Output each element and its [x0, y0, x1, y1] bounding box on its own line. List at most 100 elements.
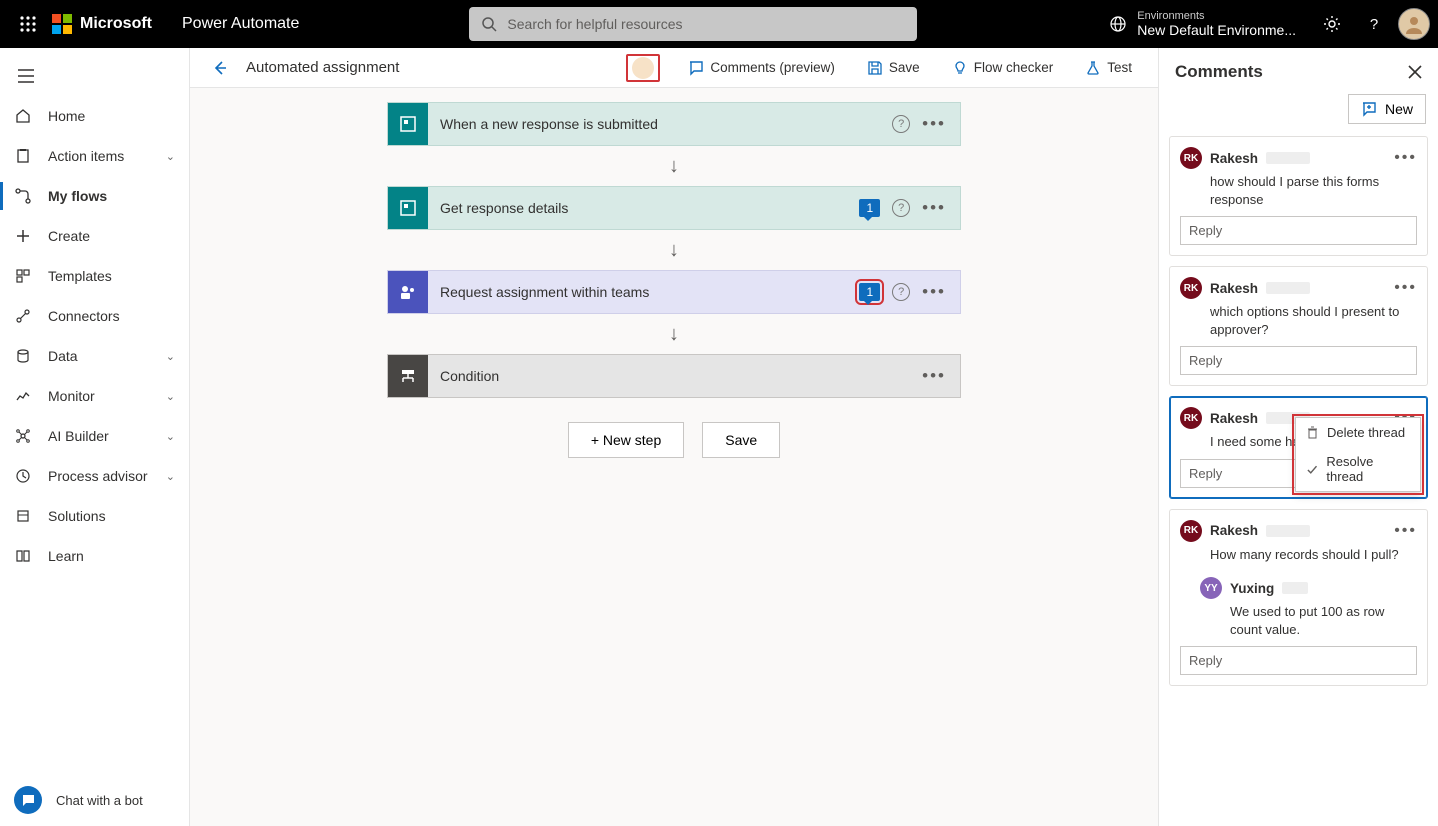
- comment-thread[interactable]: RK Rakesh ••• How many records should I …: [1169, 509, 1428, 687]
- help-icon[interactable]: ?: [892, 115, 910, 133]
- delete-thread-item[interactable]: Delete thread: [1296, 418, 1420, 447]
- comment-thread[interactable]: RK Rakesh ••• how should I parse this fo…: [1169, 136, 1428, 256]
- sidebar-item-data[interactable]: Data ⌄: [0, 336, 189, 376]
- env-label: Environments: [1137, 10, 1296, 22]
- avatar-icon: [632, 57, 654, 79]
- redacted-text: [1266, 152, 1310, 164]
- sidebar-item-label: Connectors: [48, 308, 120, 324]
- svg-text:?: ?: [1370, 16, 1378, 33]
- account-avatar[interactable]: [1398, 8, 1430, 40]
- resolve-thread-item[interactable]: Resolve thread: [1296, 447, 1420, 491]
- sidebar-item-learn[interactable]: Learn: [0, 536, 189, 576]
- reply-input[interactable]: [1180, 646, 1417, 675]
- reply-input[interactable]: [1180, 346, 1417, 375]
- comment-badge[interactable]: 1: [859, 199, 880, 217]
- canvas-save-button[interactable]: Save: [702, 422, 780, 458]
- help-icon[interactable]: ?: [892, 199, 910, 217]
- help-icon: ?: [1365, 15, 1383, 33]
- flow-step[interactable]: Request assignment within teams 1 ? •••: [387, 270, 961, 314]
- sidebar-item-my-flows[interactable]: My flows: [0, 176, 189, 216]
- clipboard-icon: [14, 147, 32, 165]
- help-button[interactable]: ?: [1356, 0, 1392, 48]
- comment-thread[interactable]: RK Rakesh ••• which options should I pre…: [1169, 266, 1428, 386]
- comment-body: which options should I present to approv…: [1180, 299, 1417, 346]
- panel-title: Comments: [1175, 62, 1263, 82]
- chevron-down-icon: ⌄: [166, 390, 175, 403]
- avatar-icon: RK: [1180, 277, 1202, 299]
- avatar-icon: RK: [1180, 520, 1202, 542]
- nav-toggle[interactable]: [0, 56, 189, 96]
- flow-step[interactable]: When a new response is submitted ? •••: [387, 102, 961, 146]
- comments-panel: Comments New RK Rakesh ••• how should I …: [1158, 48, 1438, 826]
- sidebar-item-label: Create: [48, 228, 90, 244]
- flow-step[interactable]: Get response details 1 ? •••: [387, 186, 961, 230]
- chat-icon: [21, 793, 35, 807]
- save-icon: [867, 60, 883, 76]
- redacted-text: [1282, 582, 1308, 594]
- coauthor-presence[interactable]: [626, 54, 660, 82]
- sidebar-item-label: Process advisor: [48, 468, 148, 484]
- sidebar-item-create[interactable]: Create: [0, 216, 189, 256]
- step-label: When a new response is submitted: [428, 116, 892, 132]
- teams-icon: [388, 271, 428, 313]
- sidebar-item-label: Home: [48, 108, 85, 124]
- globe-icon: [1109, 15, 1127, 33]
- flow-step[interactable]: Condition •••: [387, 354, 961, 398]
- sidebar-item-templates[interactable]: Templates: [0, 256, 189, 296]
- chat-bot-button[interactable]: [14, 786, 42, 814]
- sidebar-item-label: Action items: [48, 148, 124, 164]
- search-icon: [481, 16, 497, 32]
- settings-button[interactable]: [1314, 0, 1350, 48]
- chevron-down-icon: ⌄: [166, 350, 175, 363]
- chevron-down-icon: ⌄: [166, 470, 175, 483]
- sidebar-item-solutions[interactable]: Solutions: [0, 496, 189, 536]
- back-button[interactable]: [206, 54, 234, 82]
- cmd-label: Flow checker: [974, 60, 1054, 75]
- comments-button[interactable]: Comments (preview): [678, 48, 845, 88]
- comment-badge[interactable]: 1: [859, 283, 880, 301]
- gear-icon: [1323, 15, 1341, 33]
- sidebar-item-action-items[interactable]: Action items ⌄: [0, 136, 189, 176]
- cmd-label: Save: [889, 60, 920, 75]
- thread-more-button[interactable]: •••: [1394, 522, 1417, 540]
- redacted-text: [1266, 525, 1310, 537]
- new-comment-button[interactable]: New: [1348, 94, 1426, 124]
- trash-icon: [1306, 426, 1319, 439]
- search-box[interactable]: [469, 7, 917, 41]
- step-label: Get response details: [428, 200, 859, 216]
- sidebar-item-label: Templates: [48, 268, 112, 284]
- author-name: Rakesh: [1210, 151, 1258, 166]
- condition-icon: [388, 355, 428, 397]
- chat-label: Chat with a bot: [56, 793, 143, 808]
- sidebar-item-connectors[interactable]: Connectors: [0, 296, 189, 336]
- chevron-down-icon: ⌄: [166, 430, 175, 443]
- save-button[interactable]: Save: [857, 48, 930, 88]
- new-step-button[interactable]: + New step: [568, 422, 684, 458]
- cmd-label: Test: [1107, 60, 1132, 75]
- ms-logo-icon: [52, 14, 72, 34]
- sidebar-item-home[interactable]: Home: [0, 96, 189, 136]
- help-icon[interactable]: ?: [892, 283, 910, 301]
- sidebar-item-ai-builder[interactable]: AI Builder ⌄: [0, 416, 189, 456]
- test-button[interactable]: Test: [1075, 48, 1142, 88]
- search-input[interactable]: [507, 16, 905, 32]
- environment-picker[interactable]: Environments New Default Environme...: [1109, 10, 1296, 38]
- menu-label: Resolve thread: [1326, 454, 1410, 484]
- flow-checker-button[interactable]: Flow checker: [942, 48, 1064, 88]
- forms-icon: [388, 187, 428, 229]
- comment-thread[interactable]: RK Rakesh ••• I need some help with next…: [1169, 396, 1428, 499]
- sidebar-item-process-advisor[interactable]: Process advisor ⌄: [0, 456, 189, 496]
- flow-icon: [14, 187, 32, 205]
- chevron-down-icon: ⌄: [166, 150, 175, 163]
- thread-more-button[interactable]: •••: [1394, 149, 1417, 167]
- thread-more-button[interactable]: •••: [1394, 279, 1417, 297]
- monitor-icon: [14, 387, 32, 405]
- data-icon: [14, 347, 32, 365]
- sidebar-item-monitor[interactable]: Monitor ⌄: [0, 376, 189, 416]
- close-icon: [1408, 65, 1422, 79]
- reply-input[interactable]: [1180, 216, 1417, 245]
- app-launcher[interactable]: [8, 0, 48, 48]
- comment-icon: [688, 60, 704, 76]
- brand-text: Microsoft: [80, 15, 152, 33]
- close-panel-button[interactable]: [1408, 65, 1422, 79]
